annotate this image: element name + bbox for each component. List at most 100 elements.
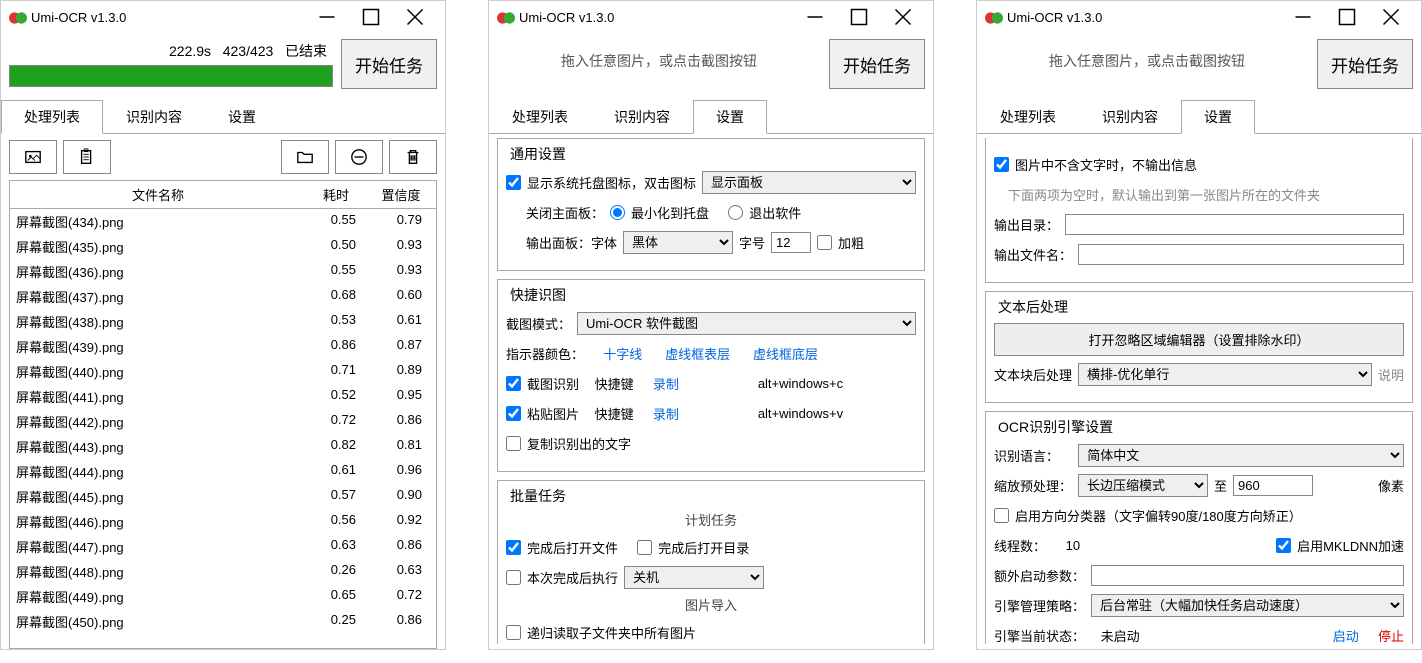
minimize-button[interactable] <box>793 2 837 32</box>
record-hotkey-1[interactable]: 录制 <box>653 374 679 393</box>
open-dir-checkbox[interactable] <box>637 540 652 555</box>
file-conf: 0.90 <box>368 487 430 506</box>
after-action-checkbox[interactable] <box>506 570 521 585</box>
tab-content[interactable]: 识别内容 <box>1079 100 1181 134</box>
close-button[interactable] <box>393 2 437 32</box>
copy-text-checkbox[interactable] <box>506 436 521 451</box>
table-row[interactable]: 屏幕截图(434).png0.550.79 <box>10 209 436 234</box>
show-tray-checkbox[interactable] <box>506 175 521 190</box>
close-button[interactable] <box>881 2 925 32</box>
batch-group: 批量任务 计划任务 完成后打开文件 完成后打开目录 本次完成后执行 关机 图片导… <box>497 480 925 644</box>
tab-content[interactable]: 识别内容 <box>103 100 205 134</box>
bold-checkbox[interactable] <box>817 235 832 250</box>
scale-mode-select[interactable]: 长边压缩模式 <box>1078 474 1208 497</box>
open-folder-button[interactable] <box>281 140 329 174</box>
app-logo-icon <box>985 9 1001 25</box>
dash-top-link[interactable]: 虚线框表层 <box>665 344 730 363</box>
tab-list[interactable]: 处理列表 <box>977 100 1079 134</box>
titlebar: Umi-OCR v1.3.0 <box>977 1 1421 33</box>
file-time: 0.57 <box>308 487 368 506</box>
desc-link[interactable]: 说明 <box>1378 365 1404 384</box>
table-row[interactable]: 屏幕截图(442).png0.720.86 <box>10 409 436 434</box>
table-row[interactable]: 屏幕截图(446).png0.560.92 <box>10 509 436 534</box>
tab-content[interactable]: 识别内容 <box>591 100 693 134</box>
paste-button[interactable] <box>63 140 111 174</box>
table-row[interactable]: 屏幕截图(444).png0.610.96 <box>10 459 436 484</box>
file-name: 屏幕截图(444).png <box>16 462 308 481</box>
recurse-checkbox[interactable] <box>506 625 521 640</box>
lang-select[interactable]: 简体中文 <box>1078 444 1404 467</box>
tab-list[interactable]: 处理列表 <box>1 100 103 134</box>
tab-settings[interactable]: 设置 <box>1181 100 1255 134</box>
dir-classifier-checkbox[interactable] <box>994 508 1009 523</box>
tab-settings[interactable]: 设置 <box>205 100 279 134</box>
scale-value-input[interactable] <box>1233 475 1313 496</box>
threads-input[interactable] <box>1062 536 1122 555</box>
file-conf: 0.86 <box>368 412 430 431</box>
file-time: 0.25 <box>308 612 368 631</box>
ignore-region-button[interactable]: 打开忽略区域编辑器（设置排除水印） <box>994 323 1404 356</box>
minimize-button[interactable] <box>1281 2 1325 32</box>
window-2: Umi-OCR v1.3.0 拖入任意图片，或点击截图按钮 开始任务 处理列表 … <box>488 0 934 650</box>
record-hotkey-2[interactable]: 录制 <box>653 404 679 423</box>
remove-button[interactable] <box>335 140 383 174</box>
after-action-select[interactable]: 关机 <box>624 566 764 589</box>
start-task-button[interactable]: 开始任务 <box>341 39 437 89</box>
status-time: 222.9s <box>169 43 211 59</box>
exit-radio[interactable] <box>728 205 743 220</box>
capture-mode-select[interactable]: Umi-OCR 软件截图 <box>577 312 916 335</box>
minimize-radio[interactable] <box>610 205 625 220</box>
screenshot-button[interactable] <box>9 140 57 174</box>
block-post-select[interactable]: 横排-优化单行 <box>1078 363 1372 386</box>
start-task-button[interactable]: 开始任务 <box>829 39 925 89</box>
table-row[interactable]: 屏幕截图(439).png0.860.87 <box>10 334 436 359</box>
file-time: 0.53 <box>308 312 368 331</box>
table-row[interactable]: 屏幕截图(449).png0.650.72 <box>10 584 436 609</box>
delete-button[interactable] <box>389 140 437 174</box>
file-name: 屏幕截图(436).png <box>16 262 308 281</box>
close-button[interactable] <box>1369 2 1413 32</box>
table-row[interactable]: 屏幕截图(447).png0.630.86 <box>10 534 436 559</box>
table-row[interactable]: 屏幕截图(437).png0.680.60 <box>10 284 436 309</box>
engine-mgmt-select[interactable]: 后台常驻（大幅加快任务启动速度） <box>1091 594 1404 617</box>
table-row[interactable]: 屏幕截图(443).png0.820.81 <box>10 434 436 459</box>
table-row[interactable]: 屏幕截图(436).png0.550.93 <box>10 259 436 284</box>
open-file-checkbox[interactable] <box>506 540 521 555</box>
tray-action-select[interactable]: 显示面板 <box>702 171 916 194</box>
maximize-button[interactable] <box>837 2 881 32</box>
tab-list[interactable]: 处理列表 <box>489 100 591 134</box>
table-row[interactable]: 屏幕截图(448).png0.260.63 <box>10 559 436 584</box>
crosshair-link[interactable]: 十字线 <box>603 344 642 363</box>
maximize-button[interactable] <box>349 2 393 32</box>
dash-bottom-link[interactable]: 虚线框底层 <box>753 344 818 363</box>
table-row[interactable]: 屏幕截图(440).png0.710.89 <box>10 359 436 384</box>
file-name: 屏幕截图(445).png <box>16 487 308 506</box>
output-dir-input[interactable] <box>1065 214 1404 235</box>
table-row[interactable]: 屏幕截图(441).png0.520.95 <box>10 384 436 409</box>
app-logo-icon <box>9 9 25 25</box>
table-row[interactable]: 屏幕截图(435).png0.500.93 <box>10 234 436 259</box>
file-time: 0.82 <box>308 437 368 456</box>
paste-img-checkbox[interactable] <box>506 406 521 421</box>
mkldnn-checkbox[interactable] <box>1276 538 1291 553</box>
tab-settings[interactable]: 设置 <box>693 100 767 134</box>
table-row[interactable]: 屏幕截图(450).png0.250.86 <box>10 609 436 634</box>
maximize-button[interactable] <box>1325 2 1369 32</box>
capture-ocr-checkbox[interactable] <box>506 376 521 391</box>
engine-stop-link[interactable]: 停止 <box>1378 626 1404 645</box>
table-row[interactable]: 屏幕截图(438).png0.530.61 <box>10 309 436 334</box>
engine-start-link[interactable]: 启动 <box>1333 626 1359 645</box>
start-task-button[interactable]: 开始任务 <box>1317 39 1413 89</box>
engine-state: 未启动 <box>1101 626 1140 645</box>
file-name: 屏幕截图(435).png <box>16 237 308 256</box>
font-select[interactable]: 黑体 <box>623 231 733 254</box>
extra-args-input[interactable] <box>1091 565 1404 586</box>
file-time: 0.55 <box>308 262 368 281</box>
no-text-checkbox[interactable] <box>994 157 1009 172</box>
minimize-button[interactable] <box>305 2 349 32</box>
file-name: 屏幕截图(449).png <box>16 587 308 606</box>
font-size-input[interactable] <box>771 232 811 253</box>
table-row[interactable]: 屏幕截图(445).png0.570.90 <box>10 484 436 509</box>
table-body[interactable]: 屏幕截图(434).png0.550.79屏幕截图(435).png0.500.… <box>9 209 437 649</box>
output-file-input[interactable] <box>1078 244 1404 265</box>
